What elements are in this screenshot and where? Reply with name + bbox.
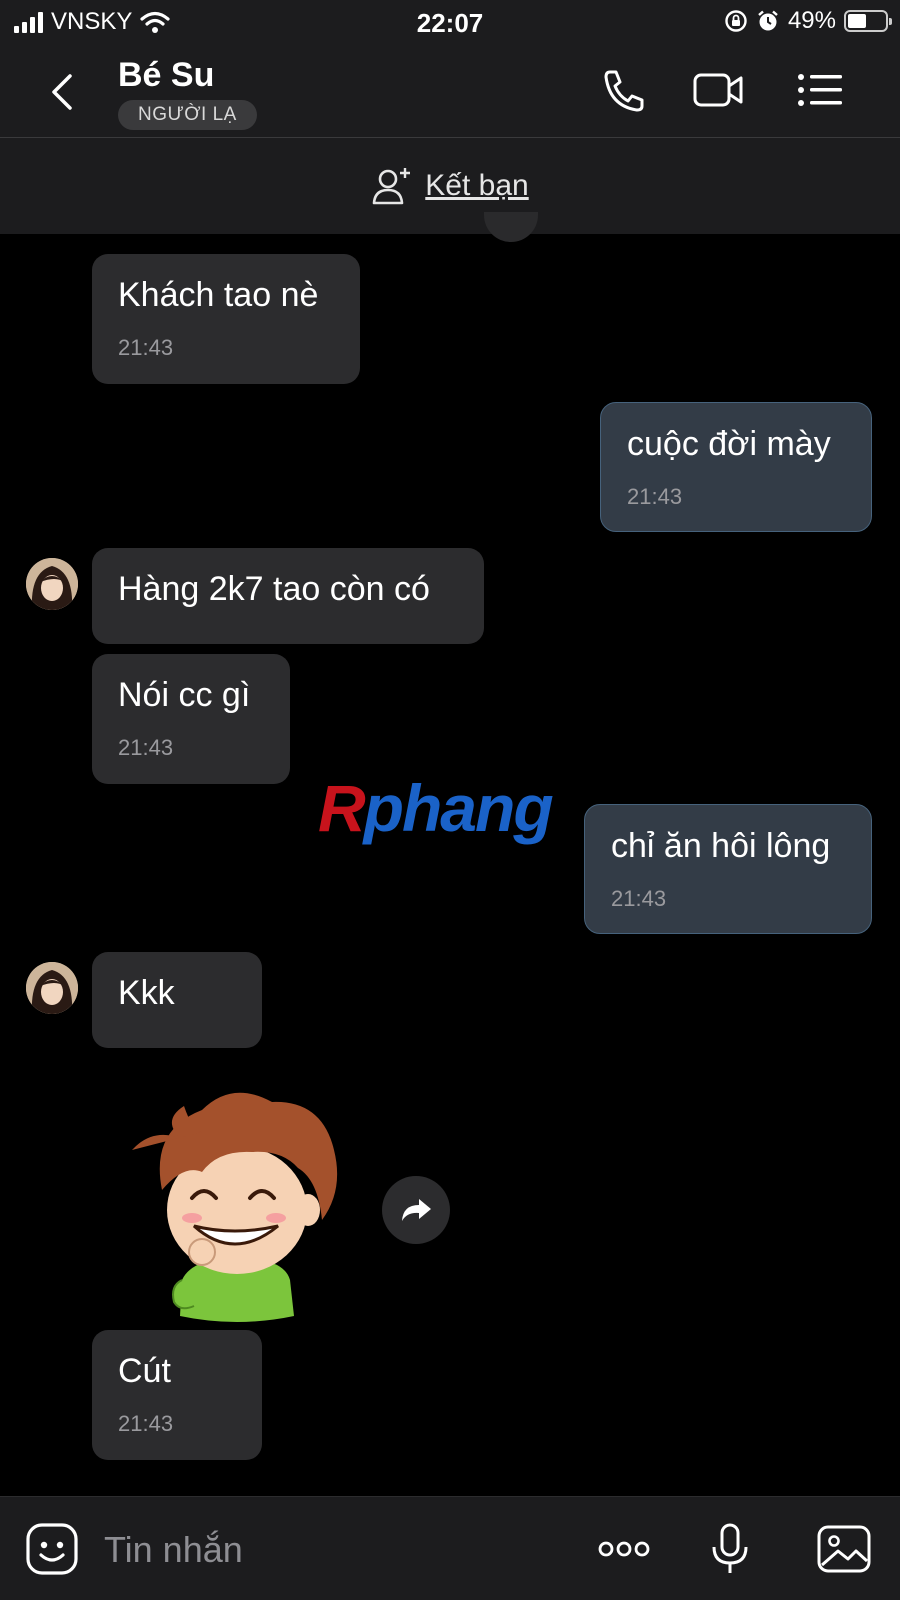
message-text: Hàng 2k7 tao còn có	[118, 570, 430, 608]
video-call-icon[interactable]	[690, 64, 746, 116]
avatar-image	[26, 962, 78, 1014]
message-composer	[0, 1496, 900, 1600]
add-friend-icon	[372, 168, 411, 205]
alarm-icon	[758, 10, 778, 31]
message-time: 21:43	[118, 735, 174, 760]
rotation-lock-icon	[725, 10, 747, 32]
message-text: Cút	[118, 1352, 171, 1390]
message-text: Khách tao nè	[118, 276, 319, 314]
add-friend-label[interactable]: Kết bạn	[425, 169, 528, 203]
more-options-icon[interactable]	[594, 1519, 654, 1579]
battery-percent: 49%	[787, 7, 836, 34]
watermark-logo: Rphang	[318, 771, 554, 845]
scroll-nub	[484, 212, 538, 242]
chat-header: Bé Su NGƯỜI LẠ	[0, 44, 900, 138]
sticker-emoji-icon[interactable]	[22, 1519, 82, 1579]
back-icon[interactable]	[40, 62, 90, 118]
menu-list-icon[interactable]	[792, 64, 848, 116]
message-time: 21:43	[611, 886, 667, 911]
message-list[interactable]: Khách tao nè 21:43 cuộc đời mày 21:43 Hà…	[0, 212, 900, 1496]
message-bubble[interactable]: Cút 21:43	[92, 1330, 262, 1460]
message-bubble-outgoing[interactable]: cuộc đời mày 21:43	[600, 402, 872, 532]
add-friend-bar[interactable]: Kết bạn	[0, 138, 900, 234]
grinning-boy-sticker[interactable]	[122, 1080, 352, 1330]
message-time: 21:43	[627, 484, 683, 509]
avatar-image	[26, 558, 78, 610]
message-time: 21:43	[118, 335, 174, 360]
contact-name[interactable]: Bé Su	[118, 56, 214, 95]
share-button[interactable]	[382, 1176, 450, 1244]
message-time: 21:43	[118, 1411, 174, 1436]
message-text: chỉ ăn hôi lông	[611, 827, 831, 865]
message-bubble[interactable]: Hàng 2k7 tao còn có	[92, 548, 484, 644]
message-bubble[interactable]: Nói cc gì 21:43	[92, 654, 290, 784]
message-bubble[interactable]: Kkk	[92, 952, 262, 1048]
message-text: Kkk	[118, 974, 175, 1012]
status-bar: VNSKY 22:07 49%	[0, 0, 900, 44]
contact-avatar[interactable]	[26, 962, 78, 1014]
contact-avatar[interactable]	[26, 558, 78, 610]
image-gallery-icon[interactable]	[814, 1519, 874, 1579]
phone-call-icon[interactable]	[596, 64, 652, 116]
battery-icon	[844, 10, 892, 32]
message-bubble[interactable]: Khách tao nè 21:43	[92, 254, 360, 384]
battery-fill	[848, 14, 866, 28]
share-arrow-icon	[402, 1199, 431, 1221]
status-right: 49%	[724, 7, 892, 35]
message-input[interactable]	[102, 1523, 566, 1577]
stranger-badge: NGƯỜI LẠ	[118, 100, 257, 130]
message-bubble-outgoing[interactable]: chỉ ăn hôi lông 21:43	[584, 804, 872, 934]
microphone-icon[interactable]	[700, 1519, 760, 1579]
message-text: cuộc đời mày	[627, 425, 831, 463]
message-text: Nói cc gì	[118, 676, 251, 714]
